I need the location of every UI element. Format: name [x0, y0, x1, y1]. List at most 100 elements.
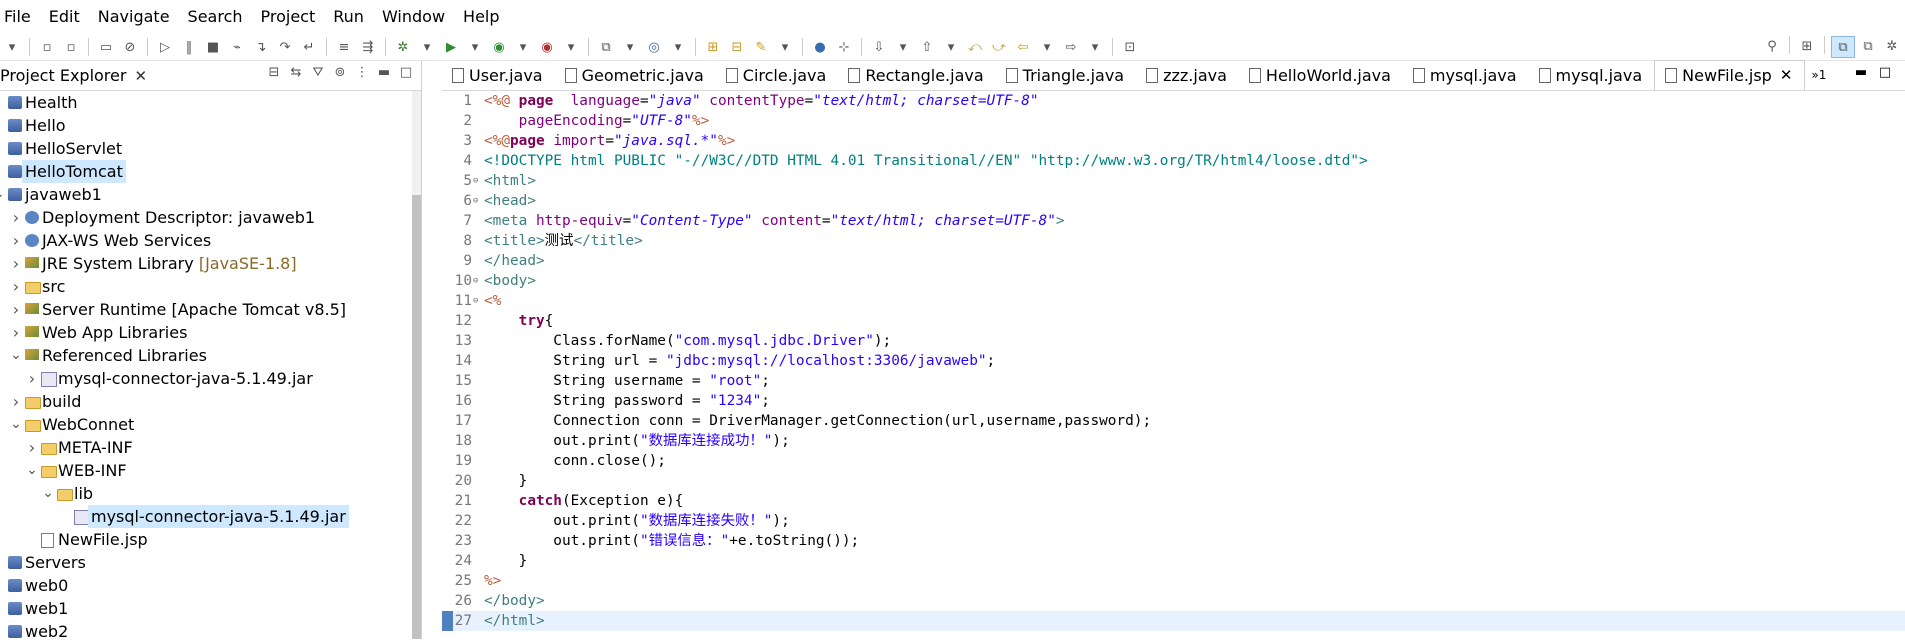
editor-tab[interactable]: Geometric.java	[555, 61, 716, 90]
tree-item[interactable]: Hello	[0, 114, 412, 137]
step-return-icon[interactable]: ↵	[298, 37, 320, 57]
search-icon[interactable]: ⚲	[1761, 36, 1783, 56]
fold-toggle-icon[interactable]: ⊖	[473, 171, 478, 191]
last-edit-location-icon[interactable]: ⤻	[988, 37, 1010, 57]
code-line[interactable]: 18 out.print("数据库连接成功！");	[442, 431, 1905, 451]
editor-minimize-icon[interactable]: ▬	[1849, 65, 1873, 80]
menu-item-navigate[interactable]: Navigate	[89, 0, 179, 34]
chevron-right-icon[interactable]: ›	[10, 229, 22, 252]
filter-icon[interactable]: ⛛	[307, 65, 329, 80]
globe-icon[interactable]: ●	[809, 37, 831, 57]
editor-tab[interactable]: NewFile.jsp ✕	[1654, 60, 1806, 91]
chevron-right-icon[interactable]: ›	[10, 390, 22, 413]
tree-item[interactable]: › META-INF	[0, 436, 412, 459]
new-class-dropdown-icon[interactable]: ▾	[667, 37, 689, 57]
editor-tab[interactable]: zzz.java	[1136, 61, 1239, 90]
code-line[interactable]: 26 </body>	[442, 591, 1905, 611]
save-all-icon[interactable]: ▫	[60, 37, 82, 57]
tab-overflow-button[interactable]: »1	[1805, 61, 1832, 90]
menu-item-help[interactable]: Help	[454, 0, 508, 34]
tree-item[interactable]: Health	[0, 91, 412, 114]
back-icon[interactable]: ⇦	[1012, 37, 1034, 57]
tree-item[interactable]: › Deployment Descriptor: javaweb1	[0, 206, 412, 229]
save-icon[interactable]: ▫	[36, 37, 58, 57]
chevron-down-icon[interactable]: ⌄	[42, 482, 54, 505]
forward-dropdown-icon[interactable]: ▾	[1084, 37, 1106, 57]
code-line[interactable]: 20 }	[442, 471, 1905, 491]
tree-item[interactable]: › src	[0, 275, 412, 298]
terminal-icon[interactable]: ▭	[95, 37, 117, 57]
annotation-icon[interactable]: ⊹	[833, 37, 855, 57]
toggle-mark-icon[interactable]: ≡	[333, 37, 355, 57]
focus-icon[interactable]: ⊚	[329, 65, 351, 80]
editor-tab[interactable]: User.java	[442, 61, 555, 90]
skip-breakpoints-icon[interactable]: ⊘	[119, 37, 141, 57]
search-tool-dropdown-icon[interactable]: ▾	[774, 37, 796, 57]
editor-tab[interactable]: Rectangle.java	[838, 61, 995, 90]
close-icon[interactable]: ✕	[1780, 60, 1793, 91]
code-line[interactable]: 8 <title>测试</title>	[442, 231, 1905, 251]
open-task-icon[interactable]: ⊟	[726, 37, 748, 57]
chevron-right-icon[interactable]: ›	[10, 298, 22, 321]
minimize-icon[interactable]: ▬	[373, 65, 395, 80]
tree-item[interactable]: › build	[0, 390, 412, 413]
maximize-icon[interactable]: □	[395, 65, 417, 80]
menu-item-window[interactable]: Window	[373, 0, 454, 34]
coverage-icon[interactable]: ◉	[488, 37, 510, 57]
code-line[interactable]: 10 ⊖ <body>	[442, 271, 1905, 291]
run-dropdown-icon[interactable]: ▾	[464, 37, 486, 57]
external-tools-dropdown-icon[interactable]: ▾	[560, 37, 582, 57]
tree-item[interactable]: Servers	[0, 551, 412, 574]
terminate-icon[interactable]: ■	[202, 37, 224, 57]
editor-tab[interactable]: Circle.java	[716, 61, 839, 90]
tree-item[interactable]: web0	[0, 574, 412, 597]
code-line[interactable]: 9 </head>	[442, 251, 1905, 271]
code-line[interactable]: 6 ⊖ <head>	[442, 191, 1905, 211]
menu-item-run[interactable]: Run	[324, 0, 373, 34]
chevron-right-icon[interactable]: ›	[26, 436, 38, 459]
tree-item[interactable]: ⌄ Referenced Libraries	[0, 344, 412, 367]
tree-item[interactable]: ⌄ WEB-INF	[0, 459, 412, 482]
code-line[interactable]: 5 ⊖ <html>	[442, 171, 1905, 191]
editor-maximize-icon[interactable]: □	[1873, 65, 1897, 80]
fold-toggle-icon[interactable]: ⊖	[473, 271, 478, 291]
menu-item-file[interactable]: File	[0, 0, 40, 34]
menu-item-search[interactable]: Search	[179, 0, 252, 34]
step-over-icon[interactable]: ↷	[274, 37, 296, 57]
menu-item-edit[interactable]: Edit	[40, 0, 89, 34]
next-annotation-icon[interactable]: ⇩	[868, 37, 890, 57]
tree-item[interactable]: › Web App Libraries	[0, 321, 412, 344]
code-line[interactable]: 17 Connection conn = DriverManager.getCo…	[442, 411, 1905, 431]
code-line[interactable]: 23 out.print("错误信息："+e.toString());	[442, 531, 1905, 551]
resume-icon[interactable]: ▷	[154, 37, 176, 57]
chevron-right-icon[interactable]: ›	[10, 252, 22, 275]
code-line[interactable]: 12 try{	[442, 311, 1905, 331]
next-annotation-dropdown-icon[interactable]: ▾	[892, 37, 914, 57]
open-perspective-icon[interactable]: ⊞	[1796, 36, 1818, 56]
tree-item[interactable]: ⌄ javaweb1	[0, 183, 412, 206]
code-line[interactable]: 27 </html>	[442, 611, 1905, 631]
code-line[interactable]: 14 String url = "jdbc:mysql://localhost:…	[442, 351, 1905, 371]
tree-item[interactable]: web1	[0, 597, 412, 620]
back-dropdown-icon[interactable]: ▾	[1036, 37, 1058, 57]
explorer-scrollbar[interactable]	[412, 91, 421, 639]
code-line[interactable]: 13 Class.forName("com.mysql.jdbc.Driver"…	[442, 331, 1905, 351]
suspend-icon[interactable]: ‖	[178, 37, 200, 57]
step-into-icon[interactable]: ↴	[250, 37, 272, 57]
scrollbar-thumb[interactable]	[412, 195, 421, 639]
tree-item[interactable]: › JRE System Library [JavaSE-1.8]	[0, 252, 412, 275]
tree-item[interactable]: ⌄ WebConnet	[0, 413, 412, 436]
code-line[interactable]: 7 <meta http-equiv="Content-Type" content…	[442, 211, 1905, 231]
fold-toggle-icon[interactable]: ⊖	[473, 291, 478, 311]
run-icon[interactable]: ▶	[440, 37, 462, 57]
code-line[interactable]: 1 <%@ page language="java" contentType="t…	[442, 91, 1905, 111]
tree-item[interactable]: › Server Runtime [Apache Tomcat v8.5]	[0, 298, 412, 321]
code-line[interactable]: 2 pageEncoding="UTF-8"%>	[442, 111, 1905, 131]
new-project-icon[interactable]: ⧉	[595, 37, 617, 57]
editor-tab[interactable]: mysql.java	[1529, 61, 1655, 90]
chevron-right-icon[interactable]: ›	[10, 275, 22, 298]
project-explorer-tab[interactable]: Project Explorer ✕	[0, 66, 147, 85]
java-perspective-icon[interactable]: ⧉	[1857, 36, 1879, 56]
tree-item[interactable]: web2	[0, 620, 412, 643]
open-type-icon[interactable]: ⊞	[702, 37, 724, 57]
